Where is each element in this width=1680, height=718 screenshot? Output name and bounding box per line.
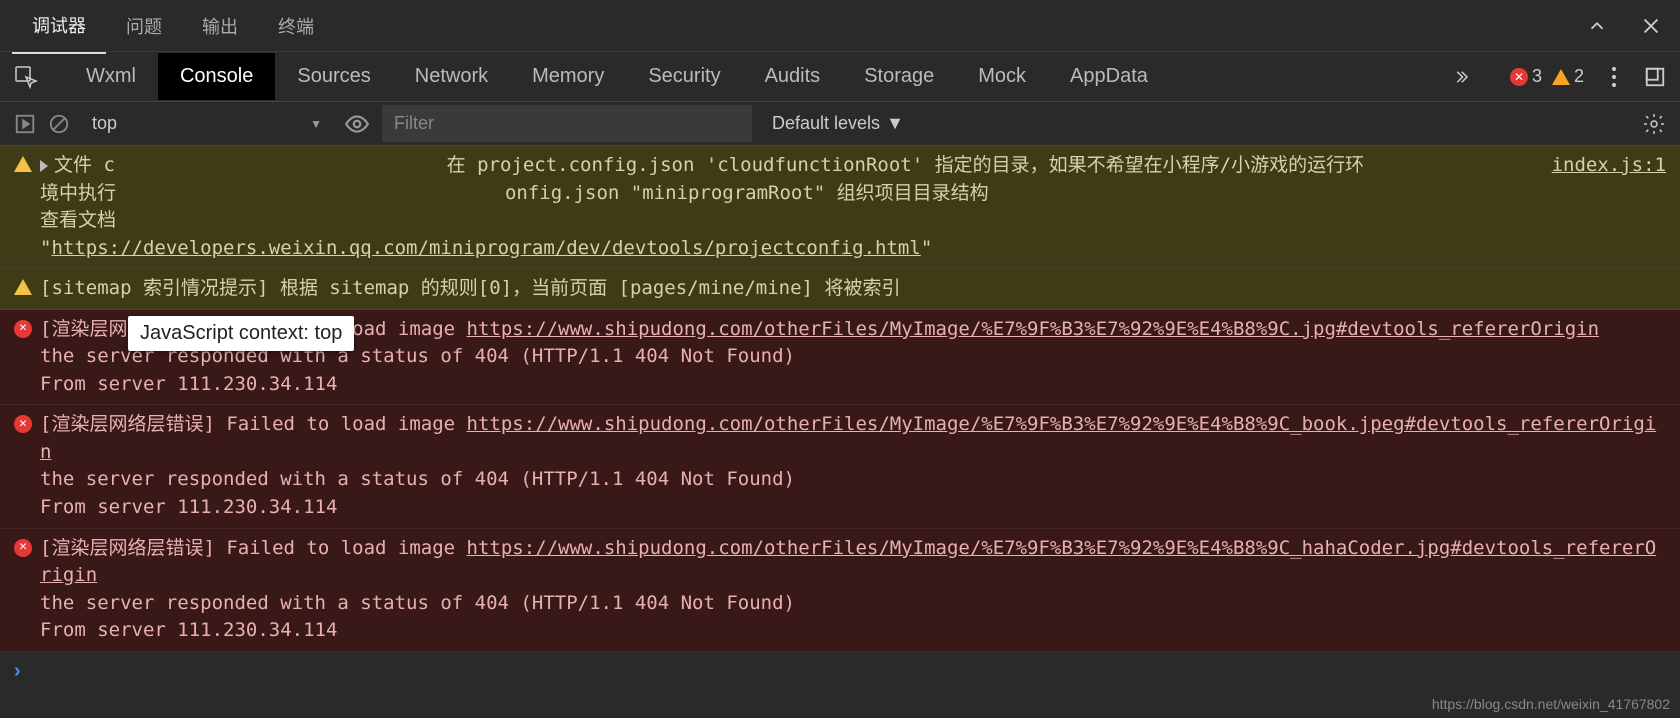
more-tabs-icon[interactable] bbox=[1452, 68, 1470, 86]
context-select[interactable]: top ▼ bbox=[82, 109, 332, 138]
eye-icon[interactable] bbox=[344, 111, 370, 137]
tab-memory[interactable]: Memory bbox=[510, 53, 626, 100]
warn-count: 2 bbox=[1574, 66, 1584, 87]
chevron-up-icon[interactable] bbox=[1586, 15, 1608, 37]
console-toolbar: top ▼ Default levels ▼ bbox=[0, 102, 1680, 146]
error-count-badge[interactable]: ✕ 3 bbox=[1510, 66, 1542, 87]
msg-text: " bbox=[40, 237, 51, 259]
error-url-link[interactable]: https://www.shipudong.com/otherFiles/MyI… bbox=[467, 318, 1599, 340]
level-value: Default levels bbox=[772, 113, 880, 134]
msg-text: the server responded with a status of 40… bbox=[40, 592, 795, 614]
tab-console[interactable]: Console bbox=[158, 53, 275, 100]
doc-link[interactable]: https://developers.weixin.qq.com/minipro… bbox=[51, 237, 920, 259]
close-icon[interactable] bbox=[1640, 15, 1662, 37]
msg-text: onfig.json "miniprogramRoot" 组织项目目录结构 bbox=[505, 182, 989, 204]
dropdown-icon: ▼ bbox=[310, 117, 322, 131]
msg-text: 在 project.config.json 'cloudfunctionRoot… bbox=[447, 154, 1364, 176]
tab-security[interactable]: Security bbox=[626, 53, 742, 100]
dock-icon[interactable] bbox=[1644, 66, 1666, 88]
error-icon: ✕ bbox=[14, 415, 32, 433]
tab-sources[interactable]: Sources bbox=[275, 53, 392, 100]
dropdown-icon: ▼ bbox=[886, 113, 904, 134]
panel-tabs: 调试器 问题 输出 终端 bbox=[0, 0, 1680, 52]
watermark: https://blog.csdn.net/weixin_41767802 bbox=[1432, 696, 1670, 712]
tab-audits[interactable]: Audits bbox=[743, 53, 843, 100]
warning-icon bbox=[14, 156, 32, 172]
msg-text: [渲染层网络层错误] Failed to load image bbox=[40, 413, 467, 435]
tab-output[interactable]: 输出 bbox=[182, 0, 258, 53]
msg-text: [sitemap 索引情况提示] 根据 sitemap 的规则[0]，当前页面 … bbox=[40, 277, 900, 299]
level-select[interactable]: Default levels ▼ bbox=[772, 113, 904, 134]
console-messages: index.js:1 文件 cxxxxxxxxxxxxxxxxxxxxxxxxx… bbox=[0, 146, 1680, 652]
tab-storage[interactable]: Storage bbox=[842, 53, 956, 100]
error-icon: ✕ bbox=[14, 539, 32, 557]
msg-text: 文件 c bbox=[54, 154, 115, 176]
play-icon[interactable] bbox=[14, 113, 36, 135]
msg-text: From server 111.230.34.114 bbox=[40, 373, 337, 395]
msg-text: From server 111.230.34.114 bbox=[40, 619, 337, 641]
warn-count-badge[interactable]: 2 bbox=[1552, 66, 1584, 87]
error-icon: ✕ bbox=[1510, 68, 1528, 86]
filter-input[interactable] bbox=[382, 105, 752, 142]
tab-appdata[interactable]: AppData bbox=[1048, 53, 1170, 100]
tab-debugger[interactable]: 调试器 bbox=[12, 0, 106, 54]
console-message-error[interactable]: ✕ [渲染层网络层错误] Failed to load image https:… bbox=[0, 405, 1680, 528]
error-count: 3 bbox=[1532, 66, 1542, 87]
warning-icon bbox=[1552, 69, 1570, 85]
tab-wxml[interactable]: Wxml bbox=[64, 53, 158, 100]
console-message-warn[interactable]: index.js:1 文件 cxxxxxxxxxxxxxxxxxxxxxxxxx… bbox=[0, 146, 1680, 269]
clear-console-icon[interactable] bbox=[48, 113, 70, 135]
kebab-icon[interactable] bbox=[1612, 75, 1616, 79]
gear-icon[interactable] bbox=[1642, 112, 1666, 136]
error-icon: ✕ bbox=[14, 320, 32, 338]
tab-terminal[interactable]: 终端 bbox=[258, 0, 334, 53]
msg-text: From server 111.230.34.114 bbox=[40, 496, 337, 518]
console-message-error[interactable]: ✕ [渲染层网络层错误] Failed to load image https:… bbox=[0, 529, 1680, 652]
devtools-tabs: Wxml Console Sources Network Memory Secu… bbox=[0, 52, 1680, 102]
expand-icon[interactable] bbox=[40, 160, 48, 172]
msg-text: [渲染层网络层错误] Failed to load image bbox=[40, 537, 467, 559]
tab-issues[interactable]: 问题 bbox=[106, 0, 182, 53]
msg-text: 查看文档 bbox=[40, 209, 116, 231]
inspect-icon[interactable] bbox=[14, 65, 38, 89]
context-tooltip: JavaScript context: top bbox=[128, 316, 354, 351]
console-message-warn[interactable]: [sitemap 索引情况提示] 根据 sitemap 的规则[0]，当前页面 … bbox=[0, 269, 1680, 310]
msg-text: the server responded with a status of 40… bbox=[40, 468, 795, 490]
tab-mock[interactable]: Mock bbox=[956, 53, 1048, 100]
tab-network[interactable]: Network bbox=[393, 53, 510, 100]
msg-text: 境中执行 bbox=[40, 182, 116, 204]
context-value: top bbox=[92, 113, 117, 134]
source-link[interactable]: index.js:1 bbox=[1552, 152, 1666, 180]
prompt-chevron-icon: › bbox=[14, 660, 21, 683]
warning-icon bbox=[14, 279, 32, 295]
console-prompt[interactable]: › bbox=[0, 652, 1680, 691]
msg-text: " bbox=[921, 237, 932, 259]
